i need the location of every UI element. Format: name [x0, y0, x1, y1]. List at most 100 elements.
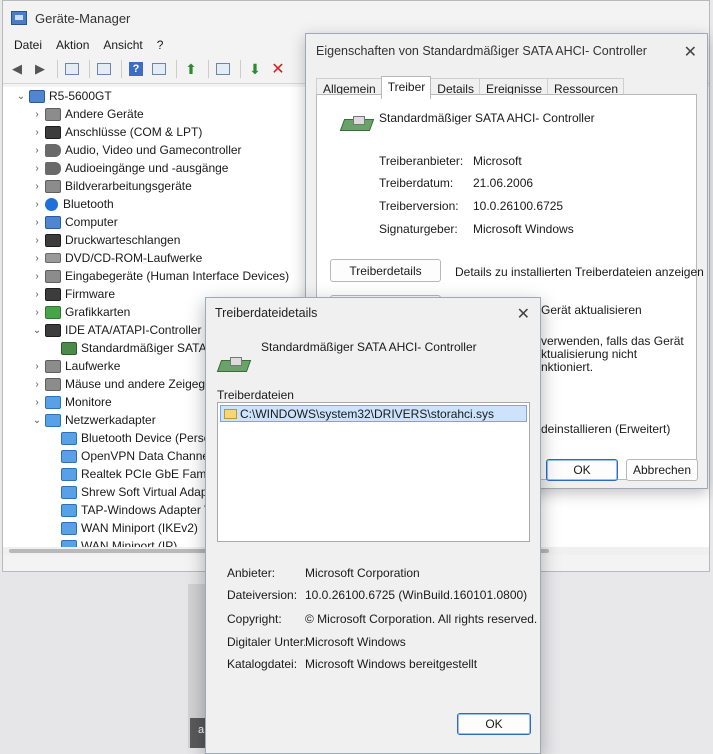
digital-signer-label: Digitaler Unterzeichner:	[227, 635, 305, 649]
catalog-label: Katalogdatei:	[227, 657, 298, 671]
update-driver-description: Gerät aktualisieren	[541, 303, 642, 317]
chevron-right-icon[interactable]: ›	[31, 307, 43, 318]
driver-details-button[interactable]: Treiberdetails	[330, 259, 441, 282]
forward-icon[interactable]: ▶	[30, 59, 50, 79]
chevron-right-icon[interactable]: ›	[31, 361, 43, 372]
tree-item-label: IDE ATA/ATAPI-Controller	[65, 323, 202, 337]
file-version-value: 10.0.26100.6725 (WinBuild.160101.0800)	[305, 588, 528, 602]
date-value: 21.06.2006	[473, 176, 534, 190]
chevron-right-icon[interactable]: ›	[31, 127, 43, 138]
tree-item-label: WAN Miniport (IKEv2)	[81, 521, 198, 535]
computer-icon	[45, 215, 61, 229]
port-icon	[45, 125, 61, 139]
copyright-label: Copyright:	[227, 612, 282, 626]
speaker-icon	[45, 143, 61, 157]
network-adapter-icon	[61, 467, 77, 481]
rollback-description-2: ktualisierung nicht	[541, 347, 638, 361]
bluetooth-icon	[45, 197, 58, 211]
update-driver-icon[interactable]: ⬆	[181, 59, 201, 79]
device-manager-titlebar[interactable]: Geräte-Manager	[3, 1, 709, 35]
tree-item-label: Anschlüsse (COM & LPT)	[65, 125, 203, 139]
menu-help[interactable]: ?	[150, 38, 171, 52]
driver-file-details-dialog: Treiberdateidetails ✕ Standardmäßiger SA…	[205, 297, 541, 754]
chevron-right-icon[interactable]: ›	[31, 199, 43, 210]
chevron-right-icon[interactable]: ›	[31, 163, 43, 174]
chevron-right-icon[interactable]: ›	[31, 145, 43, 156]
provider-value: Microsoft Corporation	[305, 566, 420, 580]
tree-item-label: Firmware	[65, 287, 115, 301]
camera-icon	[45, 179, 61, 193]
file-version-label: Dateiversion:	[227, 588, 298, 602]
list-item[interactable]: C:\WINDOWS\system32\DRIVERS\storahci.sys	[220, 405, 527, 422]
enable-device-icon[interactable]: ⬇	[245, 59, 265, 79]
tree-item-label: WAN Miniport (IP)	[81, 539, 178, 547]
ok-button[interactable]: OK	[457, 713, 531, 735]
version-label: Treiberversion:	[379, 199, 459, 213]
toolbar-separator	[89, 60, 90, 78]
chevron-right-icon[interactable]: ›	[31, 397, 43, 408]
chevron-down-icon[interactable]: ⌄	[31, 415, 43, 426]
properties-titlebar[interactable]: Eigenschaften von Standardmäßiger SATA A…	[306, 34, 707, 68]
network-icon	[45, 413, 61, 427]
rollback-description-3: nktioniert.	[541, 360, 594, 374]
tree-item-label: DVD/CD-ROM-Laufwerke	[65, 251, 203, 265]
controller-chip-icon	[216, 354, 252, 374]
close-icon[interactable]: ✕	[684, 42, 697, 62]
driver-files-list[interactable]: C:\WINDOWS\system32\DRIVERS\storahci.sys	[217, 402, 530, 542]
chevron-down-icon[interactable]: ⌄	[31, 325, 43, 336]
properties-icon[interactable]	[94, 59, 114, 79]
device-name: Standardmäßiger SATA AHCI- Controller	[261, 340, 477, 354]
chevron-right-icon[interactable]: ›	[31, 253, 43, 264]
provider-value: Microsoft	[473, 154, 522, 168]
firmware-icon	[45, 287, 61, 301]
disk-drive-icon	[45, 359, 61, 373]
action-pane-icon[interactable]	[149, 59, 169, 79]
driver-file-details-titlebar[interactable]: Treiberdateidetails	[206, 298, 540, 328]
digital-signer-value: Microsoft Windows	[305, 635, 406, 649]
network-adapter-icon	[61, 485, 77, 499]
back-icon[interactable]: ◀	[7, 59, 27, 79]
chevron-right-icon[interactable]: ›	[31, 217, 43, 228]
tree-item-label: Shrew Soft Virtual Adapter	[81, 485, 222, 499]
menu-aktion[interactable]: Aktion	[49, 38, 96, 52]
unknown-device-icon	[45, 107, 61, 121]
provider-label: Treiberanbieter:	[379, 154, 464, 168]
tree-item-label: Netzwerkadapter	[65, 413, 156, 427]
controller-chip-icon	[339, 113, 375, 133]
menu-datei[interactable]: Datei	[7, 38, 49, 52]
chevron-right-icon[interactable]: ›	[31, 235, 43, 246]
computer-icon	[29, 89, 45, 103]
device-manager-icon	[11, 11, 27, 25]
catalog-value: Microsoft Windows bereitgestellt	[305, 657, 478, 671]
menu-ansicht[interactable]: Ansicht	[96, 38, 149, 52]
network-adapter-icon	[61, 431, 77, 445]
chevron-down-icon[interactable]: ⌄	[15, 91, 27, 102]
chevron-right-icon[interactable]: ›	[31, 109, 43, 120]
tree-item-label: Audioeingänge und -ausgänge	[65, 161, 229, 175]
chevron-right-icon[interactable]: ›	[31, 289, 43, 300]
window-title: Geräte-Manager	[35, 10, 131, 26]
rollback-description-1: verwenden, falls das Gerät	[541, 334, 684, 348]
driver-files-label: Treiberdateien	[217, 388, 294, 402]
scan-hardware-icon[interactable]	[213, 59, 233, 79]
provider-label: Anbieter:	[227, 566, 276, 580]
help-icon[interactable]: ?	[126, 59, 146, 79]
date-label: Treiberdatum:	[379, 176, 454, 190]
chevron-right-icon[interactable]: ›	[31, 379, 43, 390]
tab-treiber[interactable]: Treiber	[380, 76, 432, 99]
chevron-right-icon[interactable]: ›	[31, 271, 43, 282]
close-icon[interactable]: ✕	[517, 304, 530, 324]
monitor-icon	[45, 395, 61, 409]
chevron-right-icon[interactable]: ›	[31, 181, 43, 192]
tree-item-label: Druckwarteschlangen	[65, 233, 181, 247]
tree-item-label: Eingabegeräte (Human Interface Devices)	[65, 269, 290, 283]
ok-button[interactable]: OK	[546, 459, 618, 481]
tree-item-label: Monitore	[65, 395, 112, 409]
tree-item-label: Grafikkarten	[65, 305, 131, 319]
properties-title: Eigenschaften von Standardmäßiger SATA A…	[316, 44, 647, 58]
show-hide-console-tree-icon[interactable]	[62, 59, 82, 79]
cancel-button[interactable]: Abbrechen	[626, 459, 698, 481]
hid-icon	[45, 269, 61, 283]
uninstall-device-icon[interactable]: ✕	[268, 59, 288, 79]
display-adapter-icon	[45, 305, 61, 319]
